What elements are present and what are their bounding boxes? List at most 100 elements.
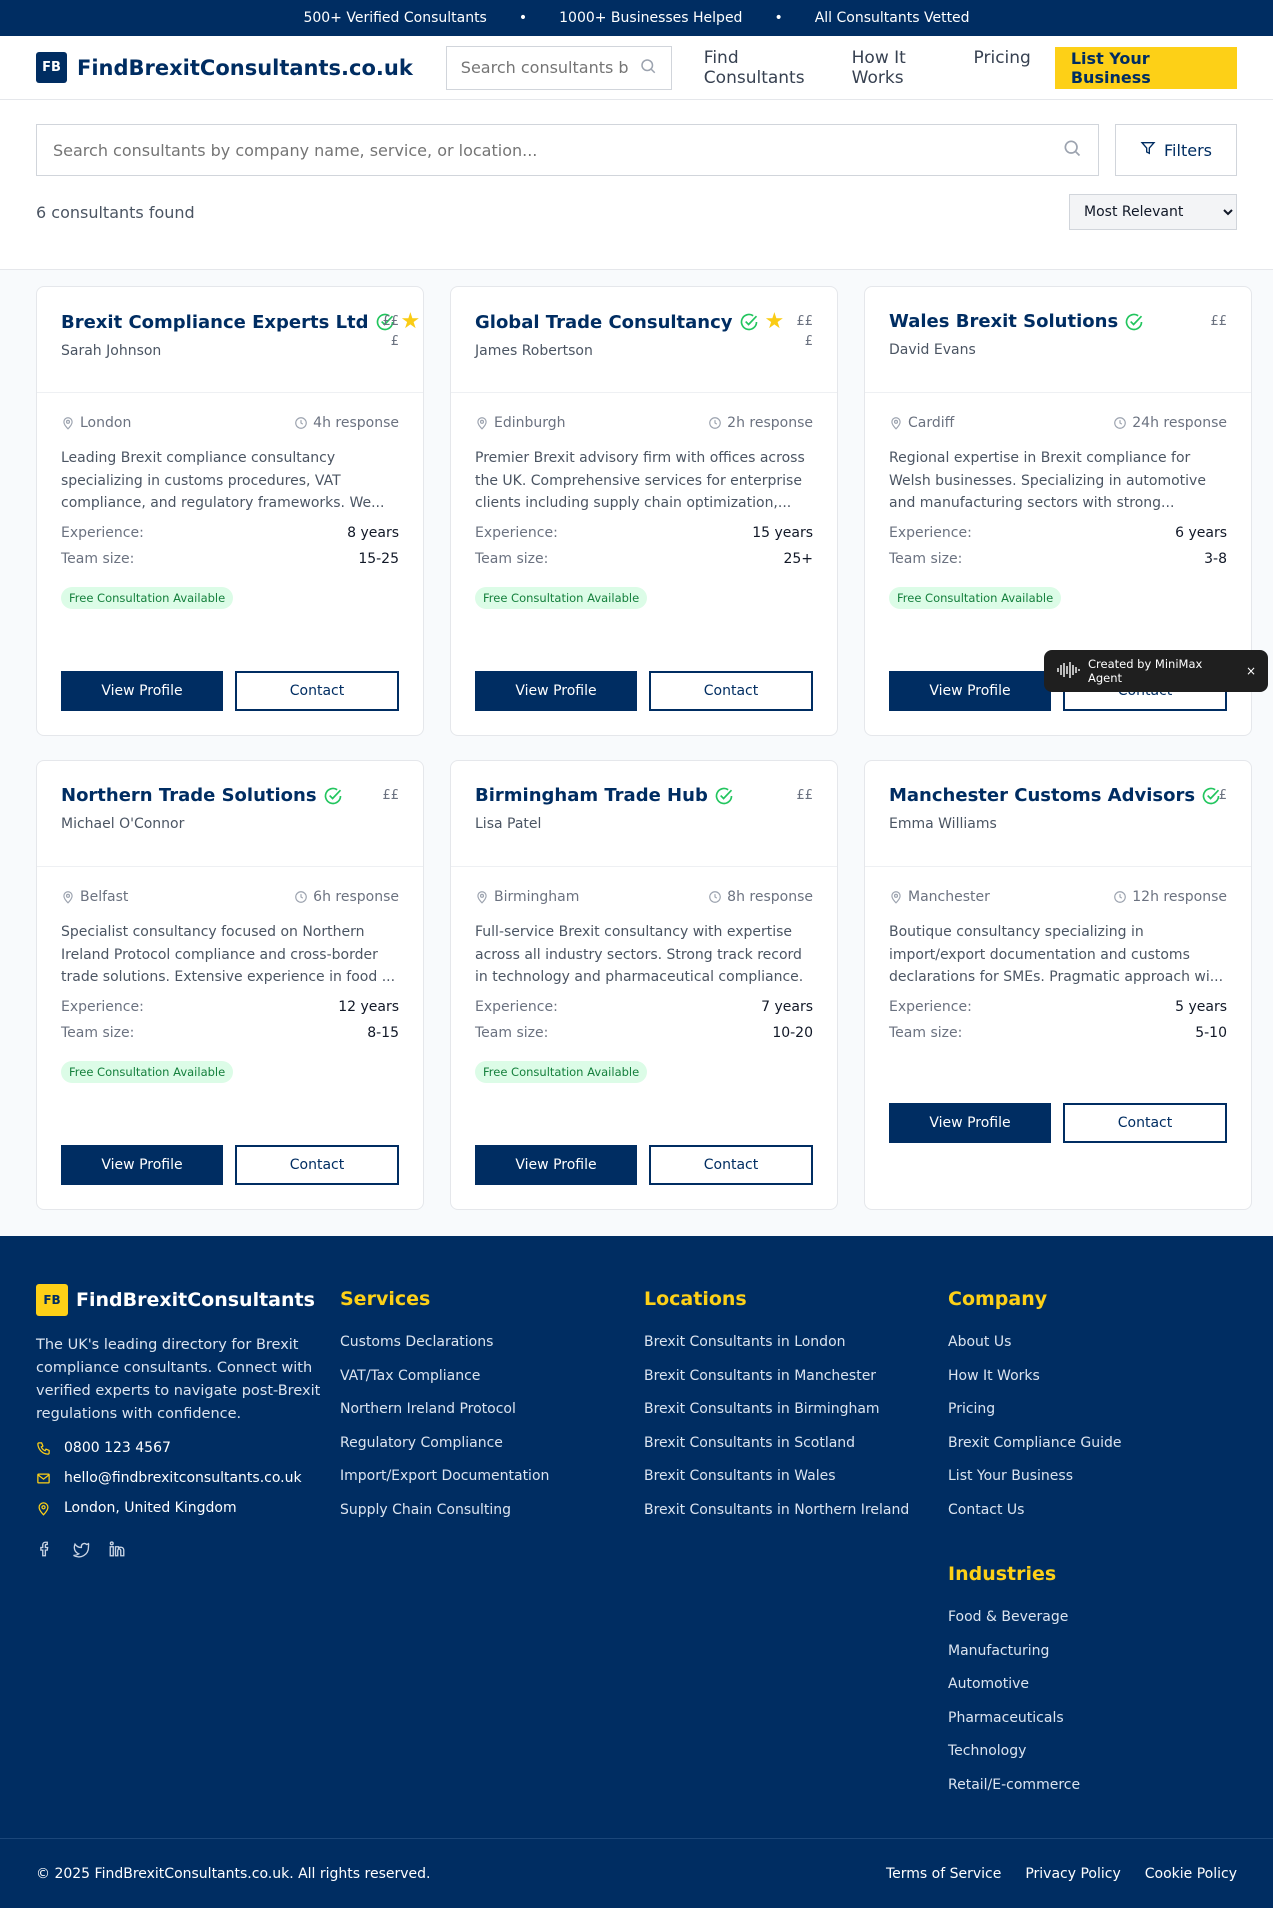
main-search-input[interactable]	[53, 140, 1062, 160]
team-size-label: Team size:	[475, 1025, 549, 1041]
footer-link-company[interactable]: How It Works	[948, 1360, 1252, 1394]
consultant-owner: Sarah Johnson	[61, 343, 162, 359]
search-icon[interactable]	[1062, 138, 1082, 162]
price-level: ££	[1210, 314, 1227, 329]
nav-link-find-consultants[interactable]: Find Consultants	[704, 48, 828, 88]
footer-link-industry[interactable]: Automotive	[948, 1668, 1252, 1702]
twitter-icon[interactable]	[72, 1540, 90, 1562]
contact-button[interactable]: Contact	[235, 1145, 399, 1185]
footer-phone[interactable]: 0800 123 4567	[36, 1440, 340, 1456]
footer-link-company[interactable]: Brexit Compliance Guide	[948, 1427, 1252, 1461]
clock-icon	[709, 891, 722, 903]
footer-link-company[interactable]: Contact Us	[948, 1494, 1252, 1528]
footer-link-location[interactable]: Brexit Consultants in Manchester	[644, 1360, 948, 1394]
filters-label: Filters	[1164, 140, 1212, 160]
top-banner: 500+ Verified Consultants • 1000+ Busine…	[0, 0, 1273, 36]
response-text: 24h response	[1132, 415, 1227, 431]
experience-value: 7 years	[761, 999, 813, 1015]
footer-link-industry[interactable]: Food & Beverage	[948, 1601, 1252, 1635]
footer-logo[interactable]: FB FindBrexitConsultants	[36, 1284, 340, 1316]
view-profile-button[interactable]: View Profile	[889, 671, 1051, 711]
footer-link-location[interactable]: Brexit Consultants in Birmingham	[644, 1393, 948, 1427]
contact-button[interactable]: Contact	[1063, 1103, 1227, 1143]
terms-link[interactable]: Terms of Service	[886, 1866, 1001, 1882]
consultant-card: Brexit Compliance Experts Ltd ★ £££ Sara…	[36, 286, 424, 736]
nav-link-how-it-works[interactable]: How It Works	[852, 48, 950, 88]
consultant-owner: James Robertson	[475, 343, 593, 359]
contact-button[interactable]: Contact	[235, 671, 399, 711]
search-section: Filters 6 consultants found Most Relevan…	[0, 100, 1273, 270]
search-icon[interactable]	[639, 57, 657, 79]
view-profile-button[interactable]: View Profile	[61, 1145, 223, 1185]
footer-link-service[interactable]: Northern Ireland Protocol	[340, 1393, 644, 1427]
nav-links: Find Consultants How It Works Pricing	[704, 48, 1031, 88]
footer-link-service[interactable]: VAT/Tax Compliance	[340, 1360, 644, 1394]
contact-button[interactable]: Contact	[649, 1145, 813, 1185]
team-size-value: 25+	[783, 551, 813, 567]
free-consultation-badge: Free Consultation Available	[61, 1061, 234, 1083]
team-size-label: Team size:	[61, 551, 135, 567]
location-pin-icon	[36, 1501, 52, 1516]
featured-star-icon: ★	[400, 309, 421, 334]
view-profile-button[interactable]: View Profile	[475, 671, 637, 711]
footer-link-company[interactable]: Pricing	[948, 1393, 1252, 1427]
filters-button[interactable]: Filters	[1115, 124, 1237, 176]
mail-icon	[36, 1471, 52, 1486]
contact-button[interactable]: Contact	[649, 671, 813, 711]
footer-email[interactable]: hello@findbrexitconsultants.co.uk	[36, 1470, 340, 1486]
price-level: £££	[382, 314, 399, 349]
footer-link-service[interactable]: Import/Export Documentation	[340, 1460, 644, 1494]
team-size-value: 15-25	[358, 551, 399, 567]
footer-link-industry[interactable]: Retail/E-commerce	[948, 1769, 1252, 1803]
view-profile-button[interactable]: View Profile	[61, 671, 223, 711]
agent-credit-text: Created by MiniMax Agent	[1088, 657, 1203, 685]
consultant-name[interactable]: Birmingham Trade Hub	[475, 785, 708, 806]
consultant-name[interactable]: Manchester Customs Advisors	[889, 785, 1195, 806]
consultant-name[interactable]: Northern Trade Solutions	[61, 785, 317, 806]
footer-link-service[interactable]: Regulatory Compliance	[340, 1427, 644, 1461]
response-time: 2h response	[708, 415, 813, 431]
featured-star-icon: ★	[764, 309, 785, 334]
footer-link-industry[interactable]: Manufacturing	[948, 1635, 1252, 1669]
view-profile-button[interactable]: View Profile	[889, 1103, 1051, 1143]
list-business-button[interactable]: List Your Business	[1054, 46, 1237, 89]
footer-link-company[interactable]: About Us	[948, 1326, 1252, 1360]
experience-label: Experience:	[889, 525, 972, 541]
response-text: 8h response	[727, 889, 813, 905]
nav-search-input[interactable]	[460, 58, 631, 77]
privacy-link[interactable]: Privacy Policy	[1025, 1866, 1120, 1882]
footer-link-location[interactable]: Brexit Consultants in Scotland	[644, 1427, 948, 1461]
logo-text: FindBrexitConsultants.co.uk	[77, 55, 413, 80]
free-consultation-badge: Free Consultation Available	[61, 587, 234, 609]
sort-select[interactable]: Most Relevant	[1069, 194, 1237, 230]
footer-link-location[interactable]: Brexit Consultants in London	[644, 1326, 948, 1360]
free-consultation-badge: Free Consultation Available	[889, 587, 1062, 609]
footer-link-industry[interactable]: Technology	[948, 1735, 1252, 1769]
cookie-link[interactable]: Cookie Policy	[1145, 1866, 1237, 1882]
experience-value: 8 years	[347, 525, 399, 541]
facebook-icon[interactable]	[36, 1540, 54, 1562]
locations-heading: Locations	[644, 1288, 747, 1310]
location: Edinburgh	[475, 415, 566, 431]
footer-link-industry[interactable]: Pharmaceuticals	[948, 1702, 1252, 1736]
experience-label: Experience:	[475, 999, 558, 1015]
footer-link-service[interactable]: Supply Chain Consulting	[340, 1494, 644, 1528]
footer-link-service[interactable]: Customs Declarations	[340, 1326, 644, 1360]
consultant-description: Boutique consultancy specializing in imp…	[889, 924, 1224, 985]
consultant-description: Premier Brexit advisory firm with office…	[475, 450, 805, 511]
site-logo[interactable]: FB FindBrexitConsultants.co.uk	[36, 52, 413, 83]
nav-link-pricing[interactable]: Pricing	[974, 48, 1031, 88]
consultant-name[interactable]: Wales Brexit Solutions	[889, 311, 1118, 332]
clock-icon	[295, 417, 308, 429]
services-heading: Services	[340, 1288, 431, 1310]
team-size-value: 3-8	[1204, 551, 1227, 567]
footer-link-location[interactable]: Brexit Consultants in Wales	[644, 1460, 948, 1494]
view-profile-button[interactable]: View Profile	[475, 1145, 637, 1185]
consultant-name[interactable]: Global Trade Consultancy	[475, 312, 733, 333]
close-icon[interactable]: ×	[1246, 664, 1256, 678]
linkedin-icon[interactable]	[108, 1540, 126, 1562]
consultant-name[interactable]: Brexit Compliance Experts Ltd	[61, 312, 369, 333]
site-footer: FB FindBrexitConsultants The UK's leadin…	[0, 1236, 1273, 1908]
footer-link-company[interactable]: List Your Business	[948, 1460, 1252, 1494]
footer-link-location[interactable]: Brexit Consultants in Northern Ireland	[644, 1494, 948, 1528]
